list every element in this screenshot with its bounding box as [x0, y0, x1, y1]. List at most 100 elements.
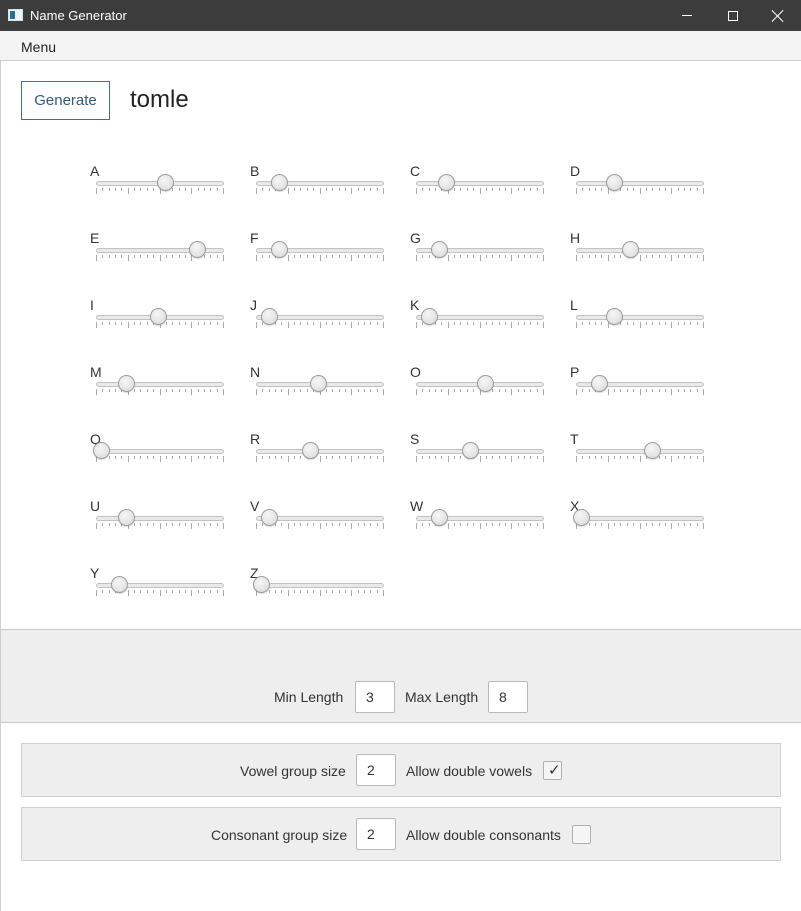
menu-bar: Menu [0, 31, 801, 61]
min-length-label: Min Length [274, 689, 344, 705]
slider-label: I [90, 297, 94, 313]
slider-thumb[interactable] [260, 509, 278, 526]
vowel-group-size-label: Vowel group size [240, 763, 346, 779]
close-button[interactable] [755, 0, 801, 31]
slider-e: E [90, 230, 230, 270]
slider-thumb[interactable] [420, 308, 438, 325]
slider-a: A [90, 163, 230, 203]
slider-ticks [256, 590, 384, 596]
slider-thumb[interactable] [188, 241, 206, 258]
slider-label: N [250, 364, 261, 380]
slider-thumb[interactable] [437, 174, 455, 191]
slider-label: M [90, 364, 102, 380]
slider-m: M [90, 364, 230, 404]
slider-ticks [256, 456, 384, 462]
slider-track[interactable] [256, 449, 384, 454]
generate-button[interactable]: Generate [21, 81, 110, 120]
vowel-group-size-field[interactable]: 2 [356, 754, 396, 786]
allow-double-vowels-label: Allow double vowels [406, 763, 533, 779]
slider-s: S [410, 431, 550, 471]
minimize-icon [682, 15, 692, 16]
slider-ticks [576, 188, 704, 194]
maximize-icon [728, 10, 738, 21]
consonant-group-size-label: Consonant group size [211, 827, 348, 843]
slider-k: K [410, 297, 550, 337]
slider-thumb[interactable] [590, 375, 608, 392]
minimize-button[interactable] [664, 0, 710, 31]
slider-track[interactable] [576, 516, 704, 521]
slider-track[interactable] [576, 315, 704, 320]
slider-track[interactable] [96, 382, 224, 387]
slider-thumb[interactable] [117, 375, 135, 392]
slider-u: U [90, 498, 230, 538]
slider-thumb[interactable] [260, 308, 278, 325]
slider-g: G [410, 230, 550, 270]
slider-label: F [250, 230, 259, 246]
slider-label: A [90, 163, 100, 179]
slider-t: T [570, 431, 710, 471]
slider-ticks [416, 456, 544, 462]
slider-label: U [90, 498, 101, 514]
slider-thumb[interactable] [309, 375, 327, 392]
slider-w: W [410, 498, 550, 538]
slider-track[interactable] [416, 181, 544, 186]
slider-track[interactable] [576, 181, 704, 186]
slider-label: V [250, 498, 260, 514]
slider-ticks [96, 389, 224, 395]
consonant-group-size-field[interactable]: 2 [356, 818, 396, 850]
slider-c: C [410, 163, 550, 203]
slider-ticks [576, 523, 704, 529]
slider-thumb[interactable] [270, 174, 288, 191]
slider-z: Z [250, 565, 390, 605]
allow-double-consonants-label: Allow double consonants [406, 827, 561, 843]
slider-label: G [410, 230, 421, 246]
consonant-options-panel: Consonant group size 2 Allow double cons… [21, 807, 781, 861]
slider-q: Q [90, 431, 230, 471]
maximize-button[interactable] [710, 0, 756, 31]
slider-d: D [570, 163, 710, 203]
slider-thumb[interactable] [149, 308, 167, 325]
slider-label: P [570, 364, 580, 380]
slider-track[interactable] [576, 449, 704, 454]
slider-ticks [576, 456, 704, 462]
window-border [0, 61, 1, 911]
slider-ticks [576, 322, 704, 328]
slider-thumb[interactable] [476, 375, 494, 392]
close-icon [772, 10, 784, 22]
min-length-field[interactable]: 3 [355, 681, 395, 713]
slider-track[interactable] [256, 583, 384, 588]
slider-track[interactable] [416, 449, 544, 454]
slider-track[interactable] [576, 248, 704, 253]
slider-thumb[interactable] [270, 241, 288, 258]
slider-label: W [410, 498, 424, 514]
menu-item-menu[interactable]: Menu [21, 39, 56, 55]
slider-label: J [250, 297, 257, 313]
slider-label: E [90, 230, 100, 246]
slider-label: H [570, 230, 581, 246]
app-icon [8, 9, 23, 21]
slider-thumb[interactable] [110, 576, 128, 593]
vowel-options-panel: Vowel group size 2 Allow double vowels ✓ [21, 743, 781, 797]
slider-thumb[interactable] [117, 509, 135, 526]
slider-b: B [250, 163, 390, 203]
slider-ticks [256, 523, 384, 529]
slider-o: O [410, 364, 550, 404]
slider-v: V [250, 498, 390, 538]
slider-label: C [410, 163, 421, 179]
slider-label: R [250, 431, 261, 447]
slider-ticks [416, 188, 544, 194]
slider-ticks [576, 255, 704, 261]
slider-ticks [96, 255, 224, 261]
slider-track[interactable] [96, 516, 224, 521]
max-length-field[interactable]: 8 [488, 681, 528, 713]
max-length-label: Max Length [405, 689, 479, 705]
slider-ticks [96, 456, 224, 462]
slider-thumb[interactable] [430, 509, 448, 526]
slider-track[interactable] [96, 449, 224, 454]
allow-double-consonants-checkbox[interactable] [572, 825, 591, 844]
slider-thumb[interactable] [430, 241, 448, 258]
generated-name: tomle [130, 86, 189, 113]
slider-thumb[interactable] [156, 174, 174, 191]
allow-double-vowels-checkbox[interactable]: ✓ [543, 761, 562, 780]
slider-p: P [570, 364, 710, 404]
